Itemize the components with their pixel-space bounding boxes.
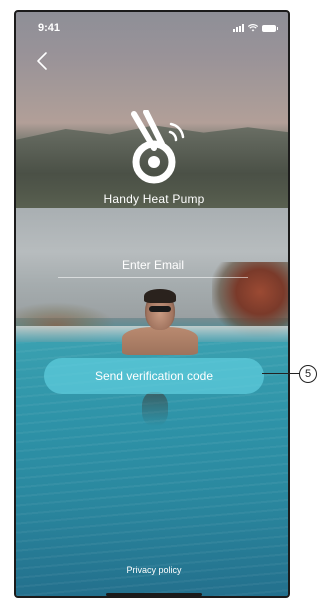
callout-number-badge: 5 [299, 365, 317, 383]
swimmer-reflection [142, 392, 168, 426]
send-verification-code-button[interactable]: Send verification code [44, 358, 264, 394]
chevron-left-icon [37, 52, 47, 70]
swimmer-sunglasses [149, 306, 171, 312]
swimmer-body [122, 327, 198, 355]
back-button[interactable] [32, 50, 52, 72]
privacy-policy-link[interactable]: Privacy policy [16, 565, 288, 575]
status-time: 9:41 [38, 22, 61, 34]
phone-screen: 9:41 Handy Heat Pump Send verifica [14, 10, 290, 598]
heat-pump-logo-icon [131, 110, 185, 184]
status-bar: 9:41 [16, 12, 288, 44]
home-indicator [106, 593, 202, 596]
app-name: Handy Heat Pump [103, 192, 205, 206]
swimmer-hair [144, 289, 176, 303]
signal-icon [233, 24, 244, 32]
battery-icon [262, 24, 278, 32]
callout-line [262, 373, 300, 374]
status-icons [233, 24, 278, 32]
wifi-icon [248, 24, 258, 32]
email-input[interactable] [58, 252, 248, 278]
